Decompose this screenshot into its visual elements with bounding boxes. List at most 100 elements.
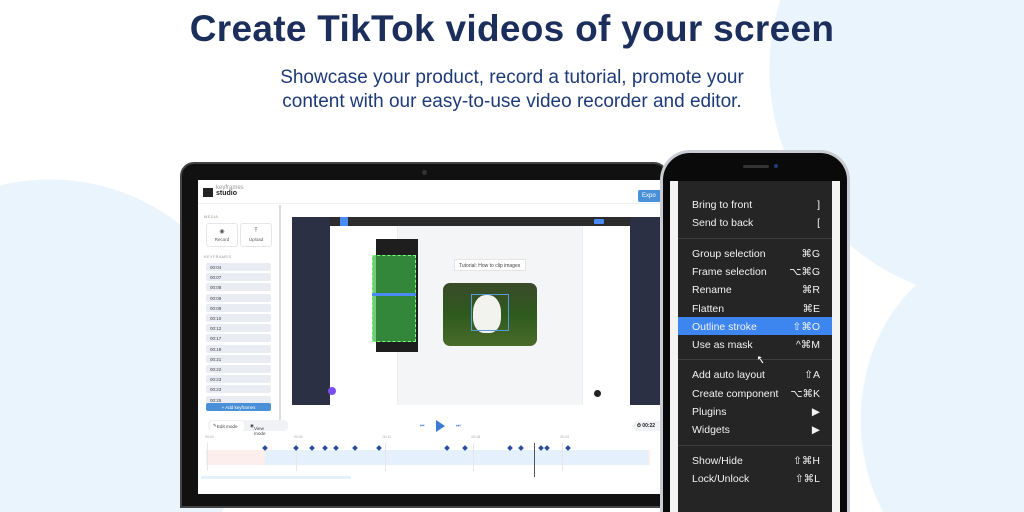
keyframe-item[interactable]: 00:23: [206, 385, 271, 394]
menu-item-label: Group selection: [692, 247, 766, 260]
menu-item-shortcut: ▶: [811, 424, 820, 437]
keyframe-item[interactable]: 00:17: [206, 334, 271, 343]
menu-item-label: Widgets: [692, 424, 730, 437]
keyframe-item[interactable]: 00:10: [206, 314, 271, 322]
playback-controls: ✎ Edit mode ◉ View mode ⏮ ⏭ ⏱ 00:22: [198, 420, 664, 436]
menu-item[interactable]: Plugins ▶: [678, 402, 832, 420]
menu-item-shortcut: ⇧⌘L: [794, 472, 820, 485]
avatar: [328, 387, 336, 395]
menu-item-shortcut: ]: [817, 199, 820, 211]
keyframe-item[interactable]: 00:18: [206, 344, 271, 353]
menu-item-shortcut: ^⌘M: [795, 339, 820, 352]
menu-item[interactable]: Use as mask ^⌘M: [678, 335, 832, 353]
timeline-tick-label: 00:24: [560, 435, 569, 439]
menu-item-label: Create component: [692, 387, 779, 400]
camera: [422, 170, 427, 175]
keyframe-item[interactable]: 00:21: [206, 354, 271, 363]
hero-subtitle: Showcase your product, record a tutorial…: [0, 66, 1024, 114]
menu-item-label: Frame selection: [692, 265, 767, 278]
mode-toggle: ✎ Edit mode ◉ View mode: [208, 420, 288, 436]
upload-icon: ⤒: [254, 228, 258, 234]
upload-button[interactable]: ⤒ Upload: [240, 223, 272, 247]
timeline-gridline: [473, 443, 475, 471]
menu-highlight: [372, 293, 416, 296]
timeline-gridline: [384, 443, 386, 471]
menu-divider: [678, 444, 832, 446]
menu-item[interactable]: Outline stroke ⇧⌘O: [678, 316, 832, 335]
menu-item-label: Plugins: [692, 406, 727, 418]
menu-item[interactable]: Send to back [: [678, 213, 832, 231]
menu-item-shortcut: ⌥⌘K: [790, 387, 820, 400]
dog-photo: [443, 283, 537, 346]
timeline-tick-label: 00:06: [293, 435, 303, 439]
highlight-overlay: [372, 255, 416, 342]
timeline-gridline: [207, 443, 208, 471]
timeline-tick-label: 00:18: [471, 435, 481, 439]
media-label: MEDIA: [204, 214, 219, 219]
timeline-gridline: [562, 443, 564, 471]
menu-item-shortcut: [: [817, 217, 820, 230]
timeline-tick-label: 00:12: [382, 435, 392, 439]
context-menu: Bring to front] Send to back [ Group select…: [678, 181, 832, 512]
menu-item-label: Lock/Unlock: [692, 472, 750, 485]
menu-item-label: Bring to front: [692, 199, 753, 211]
view-mode-button[interactable]: ◉ View mode: [250, 423, 266, 436]
menu-item-shortcut: ⌘R: [801, 284, 820, 297]
sidebar: MEDIA ◉ Record ⤒ Upload KEYFRAMES 00:04 00:…: [198, 205, 281, 420]
tutorial-caption: Tutorial: How to clip images: [454, 259, 526, 271]
laptop-mockup: keyframes studio Expo MEDIA ◉ Record ⤒ Uplo…: [180, 162, 668, 508]
menu-item[interactable]: Lock/Unlock ⇧⌘L: [678, 469, 832, 487]
menu-item-label: Outline stroke: [692, 320, 757, 333]
keyframe-item[interactable]: 00:07: [206, 273, 271, 282]
menu-item-label: Send to back: [692, 217, 754, 230]
timeline-scrollbar[interactable]: [201, 476, 351, 479]
edit-mode-button[interactable]: ✎ Edit mode: [210, 421, 244, 431]
video-preview: Tutorial: How to clip images: [292, 217, 664, 405]
keyframe-item[interactable]: 00:22: [206, 365, 271, 373]
menu-item-label: Rename: [692, 284, 732, 297]
keyframe-item[interactable]: 00:23: [206, 375, 271, 384]
record-button[interactable]: ◉ Record: [206, 223, 238, 247]
menu-item[interactable]: Frame selection ⌥⌘G: [678, 262, 832, 280]
keyframe-item[interactable]: 00:08: [206, 283, 271, 292]
play-icon[interactable]: [436, 420, 445, 432]
add-keyframes-button[interactable]: + Add keyframes: [206, 403, 271, 411]
keyframe-item[interactable]: 00:09: [206, 303, 271, 312]
design-app-canvas: Tutorial: How to clip images: [330, 217, 630, 405]
camera: [774, 164, 778, 168]
keyframe-item[interactable]: 00:09: [206, 293, 271, 302]
menu-item[interactable]: Add auto layout ⇧A: [678, 365, 832, 383]
app-header: keyframes studio Expo: [198, 180, 664, 204]
menu-item[interactable]: Flatten ⌘E: [678, 299, 832, 317]
playhead[interactable]: [534, 443, 536, 477]
menu-item[interactable]: Widgets ▶: [678, 420, 832, 438]
menu-item[interactable]: Show/Hide ⇧⌘H: [678, 451, 832, 469]
menu-item-label: Show/Hide: [692, 454, 743, 467]
menu-item-shortcut: ⌥⌘G: [789, 265, 820, 278]
menu-item[interactable]: Create component ⌥⌘K: [678, 384, 832, 402]
clapperboard-logo-icon: [203, 188, 213, 197]
menu-item[interactable]: Rename ⌘R: [678, 280, 832, 298]
menu-item-label: Add auto layout: [692, 369, 765, 382]
keyframe-item[interactable]: 00:12: [206, 324, 271, 333]
app-logo: keyframes studio: [216, 185, 244, 197]
menu-item-label: Use as mask: [692, 339, 753, 352]
phone-screen: Bring to front] Send to back [ Group select…: [670, 181, 840, 512]
skip-forward-icon[interactable]: ⏭: [456, 423, 461, 429]
hero-title: Create TikTok videos of your screen: [189, 8, 835, 49]
keyframe-item[interactable]: 00:04: [206, 263, 271, 271]
trim-range[interactable]: [264, 450, 648, 465]
timeline[interactable]: 00:00 00:06 00:12 00:18 00:24: [198, 435, 664, 483]
menu-item-shortcut: ⇧⌘O: [792, 320, 820, 333]
subtitle-line: Showcase your product, record a tutorial…: [280, 67, 744, 88]
keyframes-label: KEYFRAMES: [204, 254, 232, 259]
menu-item-label: Flatten: [692, 302, 725, 315]
subtitle-line: content with our easy-to-use video recor…: [282, 91, 742, 112]
menu-item[interactable]: Bring to front]: [678, 195, 832, 213]
menu-item-shortcut: ⇧⌘H: [793, 454, 820, 467]
design-toolbar: [330, 217, 630, 226]
menu-item-shortcut: ⌘E: [802, 302, 820, 315]
timeline-tick-label: 00:00: [205, 435, 214, 439]
skip-back-icon[interactable]: ⏮: [420, 423, 425, 429]
menu-item[interactable]: Group selection ⌘G: [678, 244, 832, 262]
